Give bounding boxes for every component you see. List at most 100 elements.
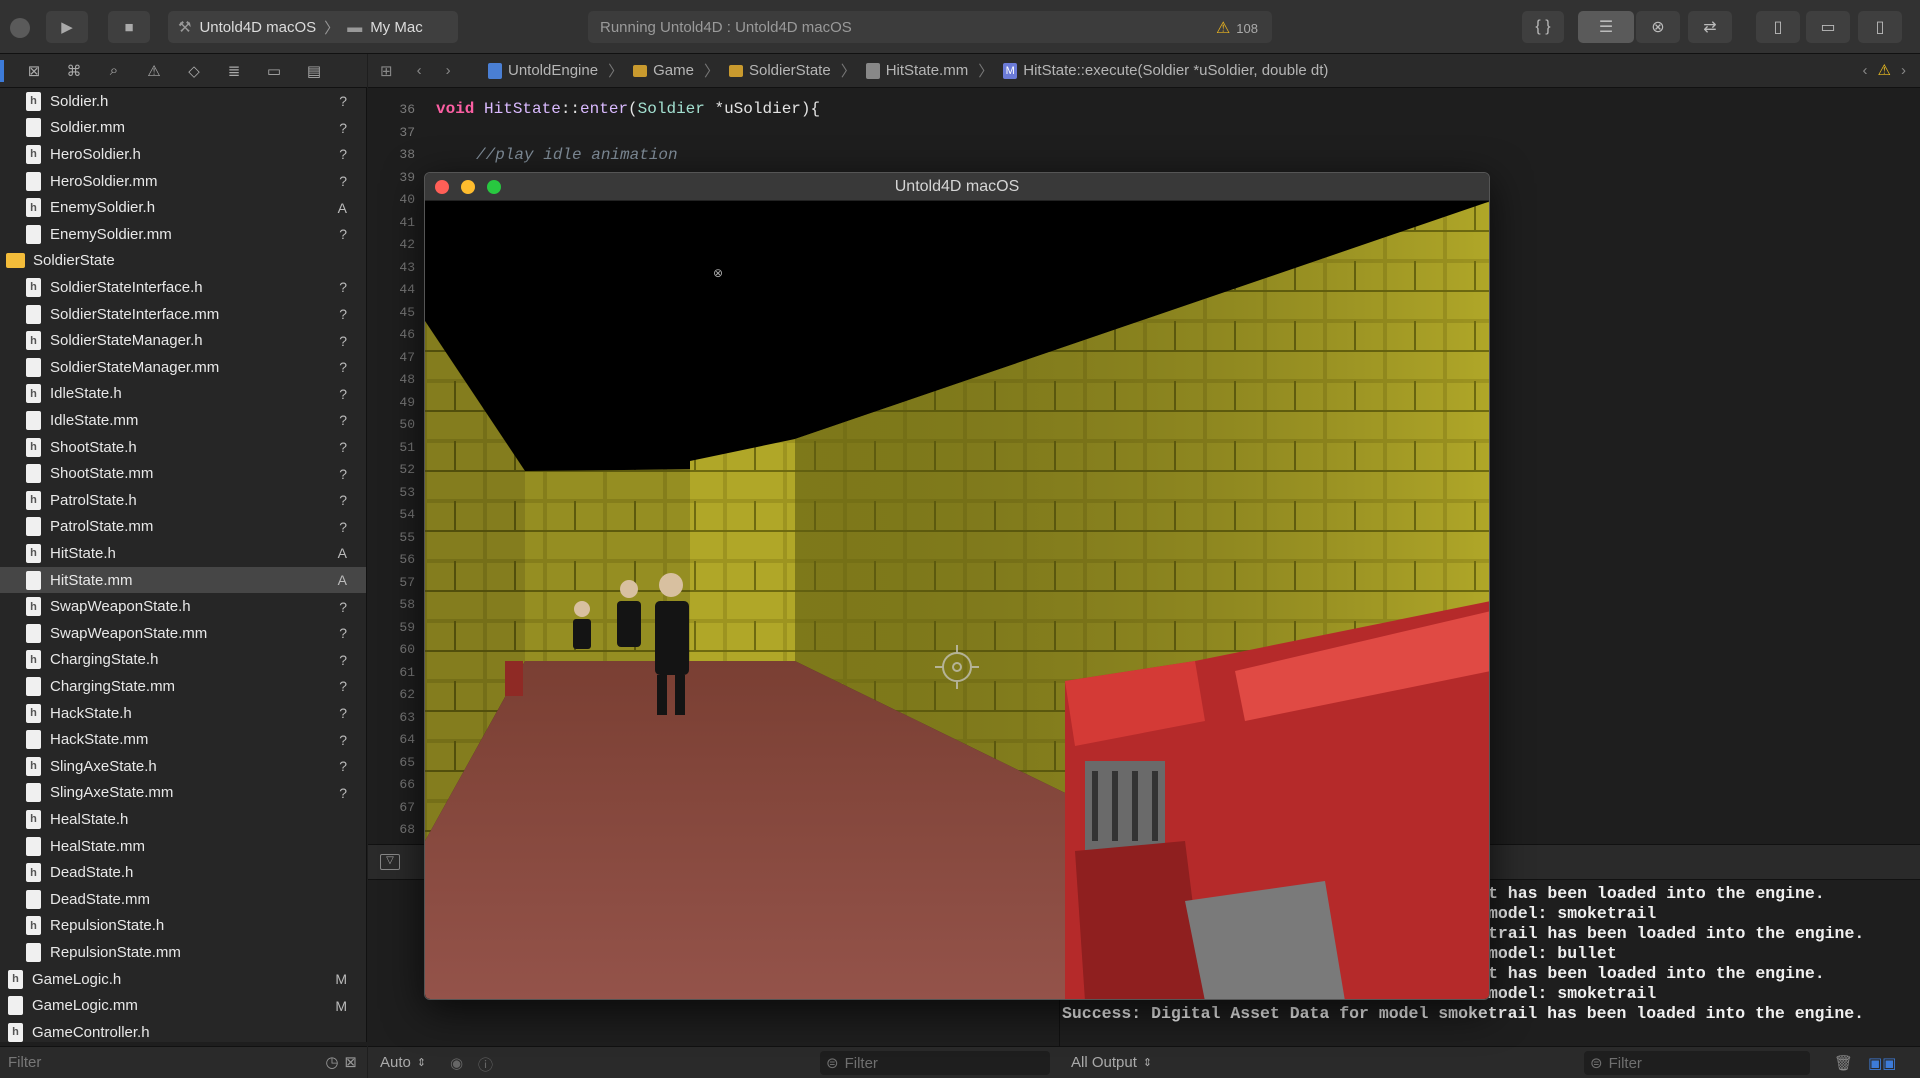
- trash-icon[interactable]: 🗑: [1834, 1054, 1853, 1072]
- navigator-file[interactable]: h PatrolState.h?: [0, 487, 366, 514]
- navigator-file[interactable]: DeadState.mm: [0, 886, 366, 913]
- jump-bar: ⊞ ‹ › UntoldEngine 〉 Game 〉 SoldierState…: [368, 54, 1920, 88]
- file-icon: [26, 304, 41, 324]
- auto-selector[interactable]: Auto ⇕: [380, 1054, 426, 1071]
- navigator-file[interactable]: h ShootState.h?: [0, 434, 366, 461]
- code-review-button[interactable]: { }: [1522, 11, 1564, 43]
- version-editor-button[interactable]: ⇄: [1688, 11, 1732, 43]
- minimize-button[interactable]: [461, 180, 475, 194]
- warning-indicator[interactable]: ⚠ 108: [1216, 18, 1258, 38]
- navigator-file[interactable]: h SlingAxeState.h?: [0, 753, 366, 780]
- console-filter[interactable]: ⊜ Filter: [1584, 1051, 1810, 1075]
- forward-icon[interactable]: ›: [446, 62, 451, 79]
- navigator-file[interactable]: h SwapWeaponState.h?: [0, 593, 366, 620]
- game-window-titlebar[interactable]: Untold4D macOS: [425, 173, 1489, 201]
- breadcrumb-folder[interactable]: SoldierState: [728, 62, 831, 79]
- zoom-button[interactable]: [487, 180, 501, 194]
- code-keyword: void: [436, 100, 475, 118]
- issue-icon[interactable]: ⚠: [142, 62, 166, 80]
- navigator-file[interactable]: h GameController.h: [0, 1019, 366, 1042]
- toggle-navigator-button[interactable]: ▯: [1756, 11, 1800, 43]
- symbol-icon[interactable]: ⌘: [62, 62, 86, 80]
- toggle-debug-area-button[interactable]: ▭: [1806, 11, 1850, 43]
- breadcrumb-file[interactable]: HitState.mm: [865, 62, 968, 79]
- variables-filter[interactable]: ⊜ Filter: [820, 1051, 1050, 1075]
- search-icon[interactable]: ⌕: [102, 62, 126, 79]
- quick-look-icon[interactable]: ◉: [450, 1054, 463, 1072]
- scheme-selector[interactable]: ⚒ Untold4D macOS 〉 ▬ My Mac: [168, 11, 458, 43]
- navigator-file[interactable]: HeroSoldier.mm?: [0, 168, 366, 195]
- source-control-badge: ?: [339, 784, 347, 801]
- navigator-file[interactable]: HealState.mm: [0, 833, 366, 860]
- project-icon: [488, 62, 502, 79]
- recent-files-icon[interactable]: ◷: [325, 1053, 338, 1071]
- hide-debug-area-icon[interactable]: ▽: [380, 854, 400, 870]
- info-icon[interactable]: ⓘ: [478, 1054, 493, 1075]
- line-number: 46: [399, 327, 415, 342]
- code-class: HitState: [484, 100, 561, 118]
- related-items-icon[interactable]: ⊞: [380, 62, 393, 80]
- navigator-file[interactable]: h HealState.h: [0, 806, 366, 833]
- standard-editor-button[interactable]: ☰: [1578, 11, 1634, 43]
- activity-indicator: [10, 18, 30, 38]
- breakpoint-icon[interactable]: ▭: [262, 62, 286, 80]
- navigator-file[interactable]: SoldierStateInterface.mm?: [0, 301, 366, 328]
- navigator-file[interactable]: Soldier.mm?: [0, 115, 366, 142]
- navigator-file[interactable]: h SoldierStateManager.h?: [0, 327, 366, 354]
- navigator-file[interactable]: GameLogic.mm M: [0, 992, 366, 1019]
- navigator-file[interactable]: h HackState.h?: [0, 700, 366, 727]
- navigator-file[interactable]: h EnemySoldier.h A: [0, 194, 366, 221]
- navigator-file[interactable]: HackState.mm?: [0, 726, 366, 753]
- navigator-file[interactable]: h RepulsionState.h: [0, 913, 366, 940]
- navigator-file[interactable]: EnemySoldier.mm?: [0, 221, 366, 248]
- navigator-file[interactable]: ShootState.mm?: [0, 460, 366, 487]
- back-icon[interactable]: ‹: [417, 62, 422, 79]
- close-button[interactable]: [435, 180, 449, 194]
- source-control-filter-icon[interactable]: ⊠: [344, 1053, 357, 1071]
- braces-icon: { }: [1535, 18, 1551, 35]
- game-window[interactable]: Untold4D macOS ⊗: [424, 172, 1490, 1000]
- navigator-filter[interactable]: Filter ◷ ⊠: [0, 1046, 367, 1078]
- navigator-file[interactable]: h SoldierStateInterface.h?: [0, 274, 366, 301]
- warning-icon[interactable]: ⚠: [1878, 61, 1891, 79]
- navigator-file[interactable]: SlingAxeState.mm?: [0, 780, 366, 807]
- previous-issue-icon[interactable]: ‹: [1863, 62, 1868, 79]
- navigator-file[interactable]: h GameLogic.h M: [0, 966, 366, 993]
- file-icon: h: [26, 91, 41, 111]
- navigator-folder[interactable]: SoldierState: [0, 248, 366, 275]
- breadcrumb-group[interactable]: Game: [633, 62, 694, 79]
- stop-button[interactable]: ■: [108, 11, 150, 43]
- navigator-file[interactable]: IdleState.mm?: [0, 407, 366, 434]
- source-control-icon[interactable]: ⊠: [22, 62, 46, 80]
- navigator-file[interactable]: RepulsionState.mm: [0, 939, 366, 966]
- next-issue-icon[interactable]: ›: [1901, 62, 1906, 79]
- navigator-file[interactable]: h HitState.h A: [0, 540, 366, 567]
- file-icon: h: [26, 384, 41, 404]
- test-icon[interactable]: ◇: [182, 62, 206, 80]
- navigator-file[interactable]: HitState.mm A: [0, 566, 366, 594]
- breadcrumb-project-label: UntoldEngine: [508, 62, 599, 79]
- game-viewport[interactable]: ⊗: [425, 201, 1489, 999]
- navigator-file[interactable]: h DeadState.h: [0, 859, 366, 886]
- navigator-file[interactable]: ChargingState.mm?: [0, 673, 366, 700]
- line-number: 36: [399, 102, 415, 117]
- breadcrumb-method[interactable]: M HitState::execute(Soldier *uSoldier, do…: [1003, 62, 1328, 79]
- navigator-file[interactable]: h IdleState.h?: [0, 381, 366, 408]
- debug-icon[interactable]: ≣: [222, 62, 246, 80]
- file-icon: [26, 783, 41, 803]
- breadcrumb-project[interactable]: UntoldEngine: [488, 62, 598, 79]
- assistant-editor-button[interactable]: ⊗: [1636, 11, 1680, 43]
- split-view-icon[interactable]: ▣▣: [1868, 1054, 1896, 1072]
- line-number: 61: [399, 664, 415, 680]
- navigator-file[interactable]: h HeroSoldier.h?: [0, 141, 366, 168]
- toggle-inspector-button[interactable]: ▯: [1858, 11, 1902, 43]
- navigator-file[interactable]: h Soldier.h?: [0, 88, 366, 115]
- line-number: 58: [399, 597, 415, 612]
- navigator-file[interactable]: SwapWeaponState.mm?: [0, 620, 366, 647]
- navigator-file[interactable]: PatrolState.mm?: [0, 514, 366, 541]
- navigator-file[interactable]: h ChargingState.h?: [0, 647, 366, 674]
- run-button[interactable]: ▶: [46, 11, 88, 43]
- navigator-file[interactable]: SoldierStateManager.mm?: [0, 354, 366, 381]
- output-selector[interactable]: All Output ⇕: [1071, 1054, 1152, 1071]
- report-icon[interactable]: ▤: [302, 62, 326, 80]
